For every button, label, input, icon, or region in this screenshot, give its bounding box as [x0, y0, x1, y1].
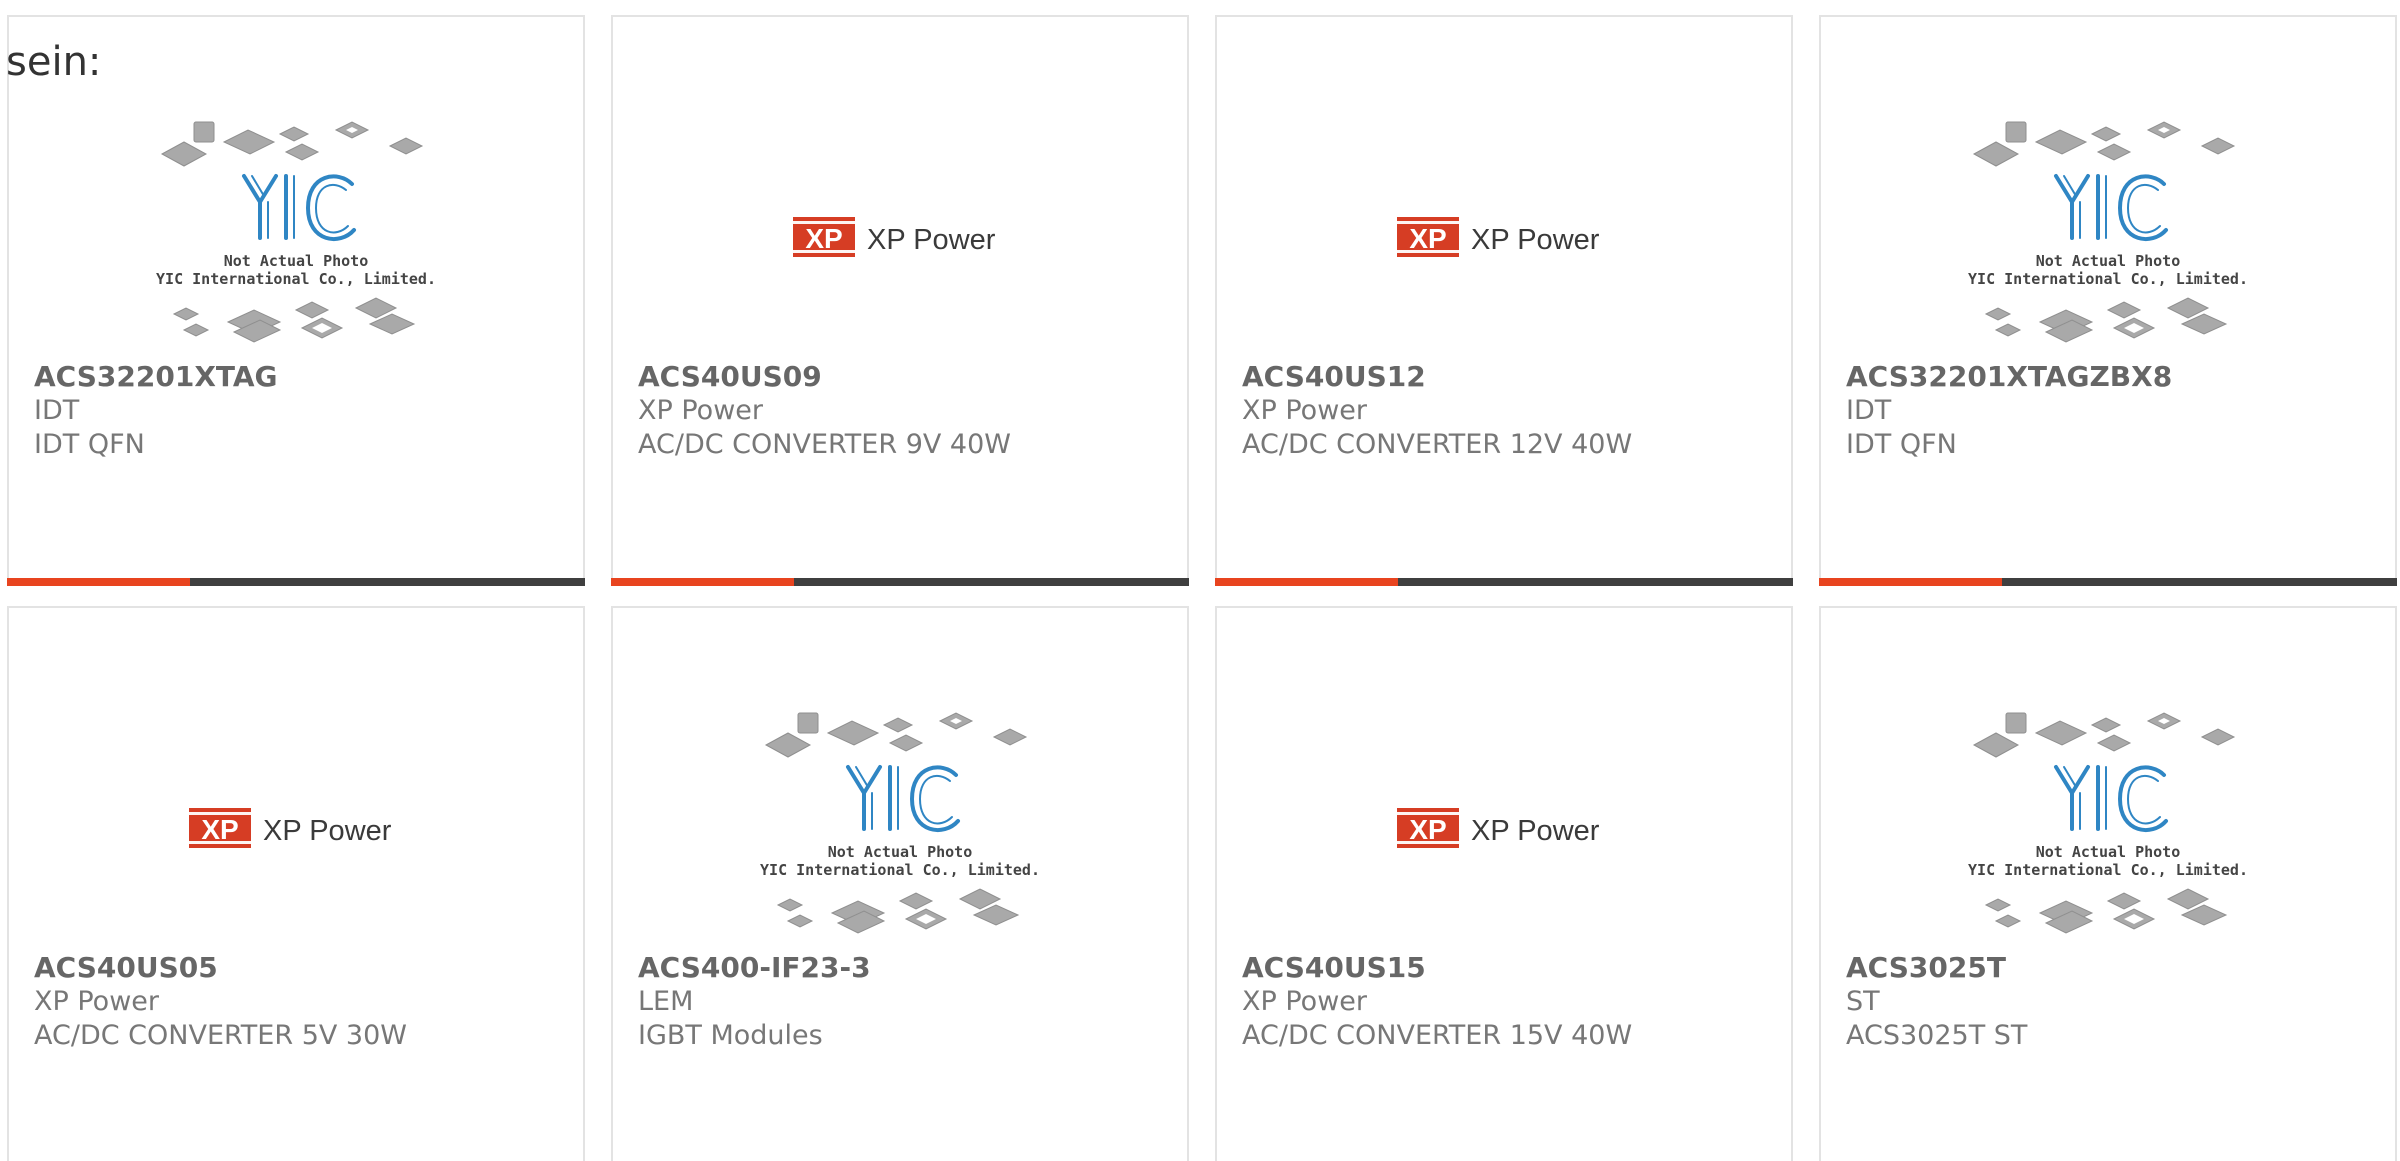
svg-text:YIC International Co., Limited: YIC International Co., Limited.: [1968, 270, 2248, 288]
xp-power-logo: XP XP Power: [1397, 217, 1600, 257]
manufacturer: XP Power: [34, 986, 159, 1017]
svg-text:XP Power: XP Power: [263, 815, 392, 847]
chip-icons-top: [764, 711, 1028, 758]
part-number-link[interactable]: ACS40US12: [1242, 360, 1779, 394]
lead-text: sein:: [6, 39, 102, 85]
yic-placeholder-image: Not Actual Photo YIC International Co., …: [1968, 711, 2248, 934]
part-number-link[interactable]: ACS40US15: [1242, 951, 1779, 985]
chip-icons-bottom: [172, 296, 416, 343]
yic-mark: [2054, 764, 2168, 832]
svg-text:Not Actual Photo: Not Actual Photo: [2036, 843, 2181, 861]
product-image[interactable]: Not Actual Photo YIC International Co., …: [613, 696, 1187, 961]
part-number-link[interactable]: ACS32201XTAG: [34, 360, 571, 394]
product-image[interactable]: XP XP Power: [613, 102, 1187, 372]
product-image[interactable]: XP XP Power: [1217, 102, 1791, 372]
card-accent-bar: [611, 578, 1189, 586]
card-accent-segment: [611, 578, 794, 586]
xp-power-logo: XP XP Power: [1397, 808, 1600, 848]
manufacturer: XP Power: [1242, 395, 1367, 426]
product-info: ACS32201XTAGZBX8 IDT IDT QFN: [1846, 360, 2383, 462]
product-card[interactable]: XP XP Power ACS40US09 XP Power AC/DC CONVE…: [611, 15, 1189, 586]
svg-text:XP: XP: [1409, 814, 1446, 845]
manufacturer: LEM: [638, 986, 694, 1017]
product-info: ACS40US15 XP Power AC/DC CONVERTER 15V 40W: [1242, 951, 1779, 1053]
yic-mark: [846, 764, 960, 832]
product-description: AC/DC CONVERTER 9V 40W: [638, 429, 1011, 460]
product-description: IDT QFN: [34, 429, 145, 460]
product-image[interactable]: Not Actual Photo YIC International Co., …: [1821, 696, 2395, 961]
part-number-link[interactable]: ACS400-IF23-3: [638, 951, 1175, 985]
xp-power-logo: XP XP Power: [793, 217, 996, 257]
svg-text:YIC International Co., Limited: YIC International Co., Limited.: [156, 270, 436, 288]
product-card[interactable]: Not Actual Photo YIC International Co., …: [1819, 15, 2397, 586]
svg-text:YIC International Co., Limited: YIC International Co., Limited.: [1968, 861, 2248, 879]
yic-mark: [242, 173, 356, 241]
part-number-link[interactable]: ACS32201XTAGZBX8: [1846, 360, 2383, 394]
chip-icons-bottom: [1984, 296, 2228, 343]
card-accent-bar: [7, 578, 585, 586]
svg-text:Not Actual Photo: Not Actual Photo: [224, 252, 369, 270]
svg-text:XP: XP: [805, 223, 842, 254]
product-info: ACS400-IF23-3 LEM IGBT Modules: [638, 951, 1175, 1053]
product-card[interactable]: Not Actual Photo YIC International Co., …: [7, 15, 585, 586]
product-grid: Not Actual Photo YIC International Co., …: [7, 15, 2397, 1161]
product-description: AC/DC CONVERTER 5V 30W: [34, 1020, 407, 1051]
manufacturer: XP Power: [1242, 986, 1367, 1017]
manufacturer: IDT: [1846, 395, 1892, 426]
yic-placeholder-image: Not Actual Photo YIC International Co., …: [760, 711, 1040, 934]
xp-power-logo: XP XP Power: [189, 808, 392, 848]
product-description: AC/DC CONVERTER 15V 40W: [1242, 1020, 1633, 1051]
yic-mark: [2054, 173, 2168, 241]
product-description: ACS3025T ST: [1846, 1020, 2028, 1051]
product-description: AC/DC CONVERTER 12V 40W: [1242, 429, 1633, 460]
product-card[interactable]: Not Actual Photo YIC International Co., …: [611, 606, 1189, 1161]
svg-text:XP: XP: [201, 814, 238, 845]
product-card[interactable]: XP XP Power ACS40US15 XP Power AC/DC CONVE…: [1215, 606, 1793, 1161]
product-image[interactable]: XP XP Power: [1217, 693, 1791, 963]
part-number-link[interactable]: ACS40US05: [34, 951, 571, 985]
svg-text:XP: XP: [1409, 223, 1446, 254]
product-card[interactable]: Not Actual Photo YIC International Co., …: [1819, 606, 2397, 1161]
svg-text:XP Power: XP Power: [1471, 224, 1600, 256]
part-number-link[interactable]: ACS3025T: [1846, 951, 2383, 985]
manufacturer: XP Power: [638, 395, 763, 426]
page: sein: Not Actual Photo YIC International…: [0, 0, 2400, 1161]
product-image[interactable]: Not Actual Photo YIC International Co., …: [1821, 105, 2395, 370]
chip-icons-top: [160, 120, 424, 167]
card-accent-segment: [1215, 578, 1398, 586]
product-description: IGBT Modules: [638, 1020, 823, 1051]
yic-placeholder-image: Not Actual Photo YIC International Co., …: [156, 120, 436, 343]
part-number-link[interactable]: ACS40US09: [638, 360, 1175, 394]
svg-text:Not Actual Photo: Not Actual Photo: [828, 843, 973, 861]
svg-text:Not Actual Photo: Not Actual Photo: [2036, 252, 2181, 270]
svg-text:XP Power: XP Power: [867, 224, 996, 256]
product-description: IDT QFN: [1846, 429, 1957, 460]
product-info: ACS40US05 XP Power AC/DC CONVERTER 5V 30W: [34, 951, 571, 1053]
product-image[interactable]: Not Actual Photo YIC International Co., …: [9, 105, 583, 370]
card-accent-segment: [1819, 578, 2002, 586]
chip-icons-top: [1972, 120, 2236, 167]
svg-text:XP Power: XP Power: [1471, 815, 1600, 847]
manufacturer: ST: [1846, 986, 1880, 1017]
product-card[interactable]: XP XP Power ACS40US12 XP Power AC/DC CONVE…: [1215, 15, 1793, 586]
svg-text:YIC International Co., Limited: YIC International Co., Limited.: [760, 861, 1040, 879]
product-info: ACS32201XTAG IDT IDT QFN: [34, 360, 571, 462]
chip-icons-bottom: [776, 887, 1020, 934]
product-info: ACS3025T ST ACS3025T ST: [1846, 951, 2383, 1053]
card-accent-segment: [7, 578, 190, 586]
chip-icons-top: [1972, 711, 2236, 758]
product-info: ACS40US12 XP Power AC/DC CONVERTER 12V 40W: [1242, 360, 1779, 462]
product-card[interactable]: XP XP Power ACS40US05 XP Power AC/DC CONVE…: [7, 606, 585, 1161]
card-accent-bar: [1819, 578, 2397, 586]
product-info: ACS40US09 XP Power AC/DC CONVERTER 9V 40W: [638, 360, 1175, 462]
yic-placeholder-image: Not Actual Photo YIC International Co., …: [1968, 120, 2248, 343]
manufacturer: IDT: [34, 395, 80, 426]
product-image[interactable]: XP XP Power: [9, 693, 583, 963]
card-accent-bar: [1215, 578, 1793, 586]
chip-icons-bottom: [1984, 887, 2228, 934]
